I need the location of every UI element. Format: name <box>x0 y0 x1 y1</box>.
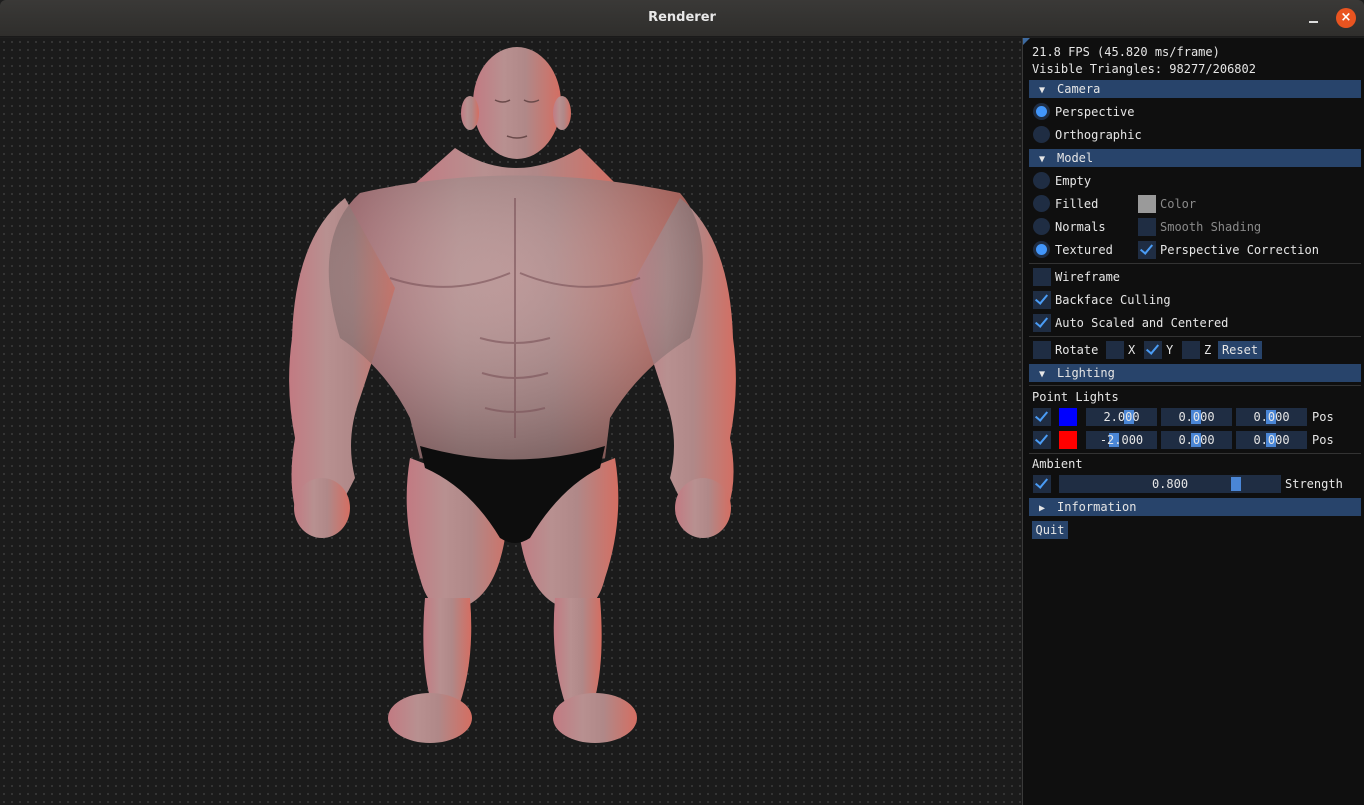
separator <box>1029 263 1361 264</box>
light-2-z-slider[interactable]: 0.000 <box>1236 431 1307 449</box>
rotate-label: Rotate <box>1055 343 1099 357</box>
triangle-readout: Visible Triangles: 98277/206802 <box>1032 62 1256 76</box>
empty-label: Empty <box>1055 174 1092 188</box>
radio-orthographic[interactable] <box>1033 126 1050 143</box>
strength-label: Strength <box>1285 477 1343 491</box>
ambient-strength-slider[interactable]: 0.800 <box>1059 475 1281 493</box>
light-2-x-slider[interactable]: -2.000 <box>1086 431 1157 449</box>
close-button[interactable]: × <box>1336 8 1356 28</box>
rotate-z-checkbox[interactable] <box>1182 341 1200 359</box>
radio-perspective[interactable] <box>1033 103 1050 120</box>
smooth-shading-label: Smooth Shading <box>1160 220 1262 234</box>
light-2-pos-label: Pos <box>1312 433 1334 447</box>
minimize-button[interactable] <box>1305 10 1323 28</box>
orthographic-label: Orthographic <box>1055 128 1142 142</box>
quit-button[interactable]: Quit <box>1032 521 1068 539</box>
rotate-x-checkbox[interactable] <box>1106 341 1124 359</box>
triangle-down-icon: ▼ <box>1039 369 1046 380</box>
perspective-correction-checkbox[interactable] <box>1138 241 1156 259</box>
wireframe-label: Wireframe <box>1055 270 1121 284</box>
settings-panel: 21.8 FPS (45.820 ms/frame) Visible Trian… <box>1022 38 1364 805</box>
lighting-header[interactable]: ▼ Lighting <box>1029 364 1361 382</box>
backface-culling-checkbox[interactable] <box>1033 291 1051 309</box>
auto-scaled-checkbox[interactable] <box>1033 314 1051 332</box>
separator <box>1029 385 1361 386</box>
point-lights-label: Point Lights <box>1032 390 1119 404</box>
light-1-x-slider[interactable]: 2.000 <box>1086 408 1157 426</box>
radio-textured[interactable] <box>1033 241 1050 258</box>
ambient-enabled-checkbox[interactable] <box>1033 475 1051 493</box>
model-color-swatch[interactable] <box>1138 195 1156 213</box>
window-title: Renderer <box>648 10 716 25</box>
model-header[interactable]: ▼ Model <box>1029 149 1361 167</box>
auto-scaled-label: Auto Scaled and Centered <box>1055 316 1229 330</box>
light-1-z-slider[interactable]: 0.000 <box>1236 408 1307 426</box>
wireframe-checkbox[interactable] <box>1033 268 1051 286</box>
information-header[interactable]: ▶ Information <box>1029 498 1361 516</box>
fps-readout: 21.8 FPS (45.820 ms/frame) <box>1032 45 1220 59</box>
light-2-y-slider[interactable]: 0.000 <box>1161 431 1232 449</box>
filled-label: Filled <box>1055 197 1099 211</box>
separator <box>1029 336 1361 337</box>
normals-label: Normals <box>1055 220 1106 234</box>
title-bar: Renderer × <box>0 0 1364 37</box>
triangle-down-icon: ▼ <box>1039 154 1046 165</box>
perspective-label: Perspective <box>1055 105 1135 119</box>
backface-culling-label: Backface Culling <box>1055 293 1171 307</box>
rotate-y-checkbox[interactable] <box>1144 341 1162 359</box>
radio-filled[interactable] <box>1033 195 1050 212</box>
light-1-pos-label: Pos <box>1312 410 1334 424</box>
smooth-shading-checkbox[interactable] <box>1138 218 1156 236</box>
radio-normals[interactable] <box>1033 218 1050 235</box>
rotate-checkbox[interactable] <box>1033 341 1051 359</box>
light-1-color-swatch[interactable] <box>1059 408 1077 426</box>
textured-label: Textured <box>1055 243 1113 257</box>
rotate-y-label: Y <box>1166 343 1174 357</box>
radio-empty[interactable] <box>1033 172 1050 189</box>
triangle-down-icon: ▼ <box>1039 85 1046 96</box>
separator <box>1029 453 1361 454</box>
rotate-x-label: X <box>1128 343 1136 357</box>
rendered-model <box>289 47 736 743</box>
light-2-enabled-checkbox[interactable] <box>1033 431 1051 449</box>
ambient-label: Ambient <box>1032 457 1083 471</box>
color-label: Color <box>1160 197 1197 211</box>
perspective-correction-label: Perspective Correction <box>1160 243 1319 257</box>
light-1-y-slider[interactable]: 0.000 <box>1161 408 1232 426</box>
render-viewport[interactable] <box>0 38 1022 805</box>
triangle-right-icon: ▶ <box>1039 503 1046 514</box>
rotate-z-label: Z <box>1204 343 1212 357</box>
panel-resize-corner[interactable] <box>1023 38 1030 45</box>
reset-button[interactable]: Reset <box>1218 341 1262 359</box>
light-1-enabled-checkbox[interactable] <box>1033 408 1051 426</box>
light-2-color-swatch[interactable] <box>1059 431 1077 449</box>
camera-header[interactable]: ▼ Camera <box>1029 80 1361 98</box>
